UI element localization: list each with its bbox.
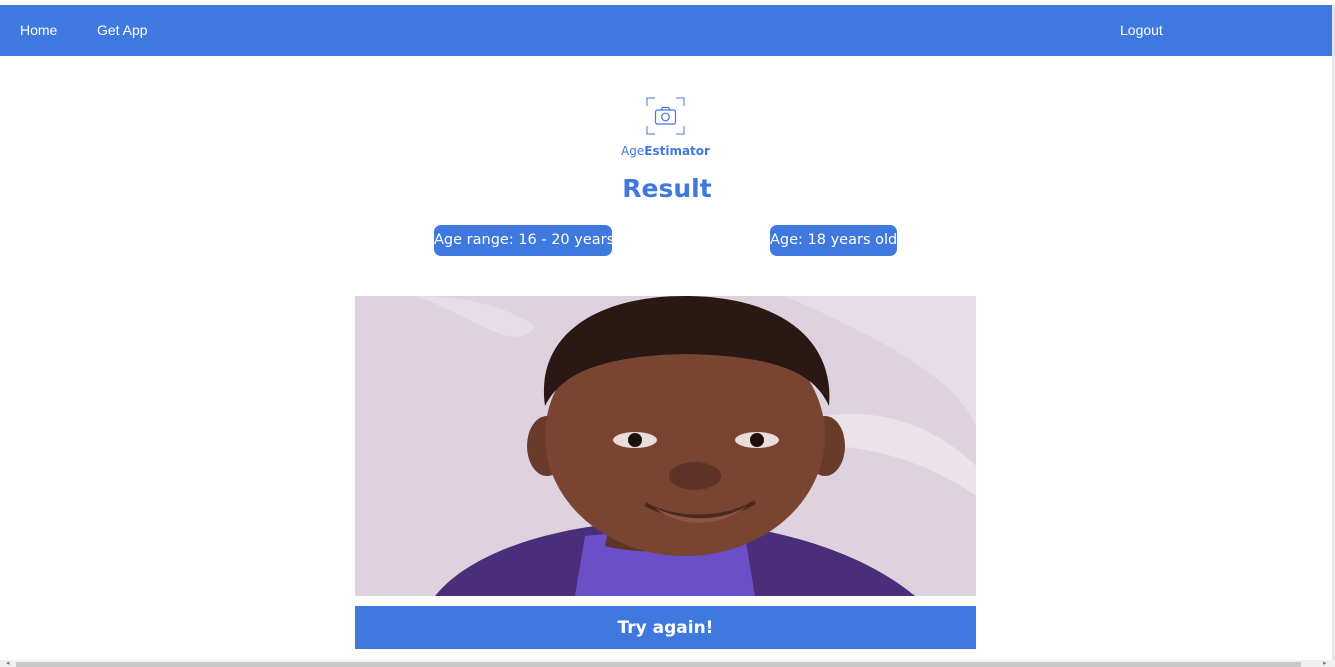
- scroll-left-icon[interactable]: ◂: [6, 660, 10, 667]
- horizontal-scrollbar-thumb[interactable]: [16, 662, 1301, 667]
- age-range-badge: Age range: 16 - 20 years: [434, 225, 614, 256]
- navbar: Home Get App Logout: [0, 5, 1332, 56]
- scroll-right-icon[interactable]: ▸: [1323, 660, 1327, 667]
- logo-text-light: Age: [621, 144, 645, 158]
- page: Home Get App Logout AgeEstimator Result …: [0, 0, 1335, 667]
- horizontal-scrollbar[interactable]: ◂ ▸: [0, 660, 1335, 667]
- nav-get-app-link[interactable]: Get App: [97, 5, 148, 56]
- page-title: Result: [622, 174, 712, 203]
- camera-icon: [646, 97, 685, 135]
- try-again-button[interactable]: Try again!: [355, 606, 976, 649]
- app-logo-text: AgeEstimator: [600, 144, 731, 158]
- nav-home-link[interactable]: Home: [20, 5, 57, 56]
- age-badge: Age: 18 years old: [770, 225, 897, 256]
- portrait-photo: [355, 296, 976, 596]
- logo-text-bold: Estimator: [644, 144, 710, 158]
- nav-logout-link[interactable]: Logout: [1120, 5, 1163, 56]
